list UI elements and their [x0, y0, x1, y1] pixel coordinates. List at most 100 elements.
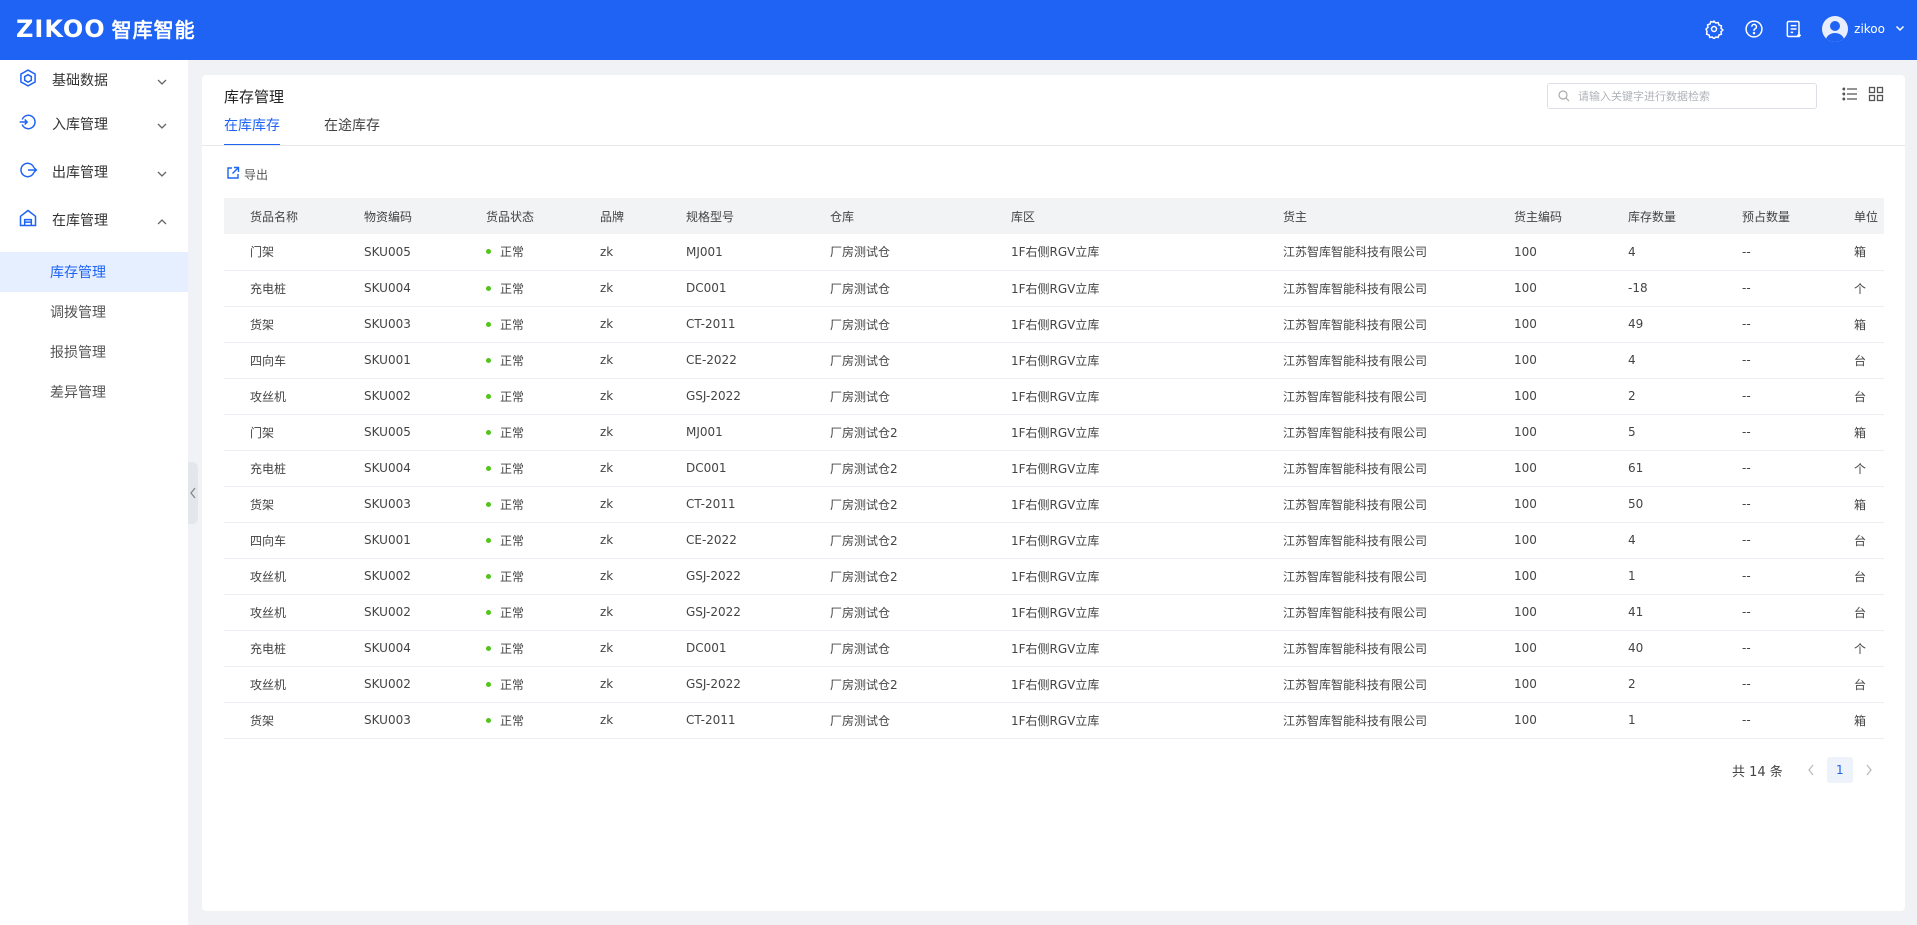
logo[interactable]: ZIKOO 智库智能: [16, 14, 196, 43]
table-cell-brand: zk: [600, 425, 614, 439]
status-badge: 正常: [460, 414, 574, 450]
sidebar-group-outbound[interactable]: 出库管理: [0, 148, 188, 196]
sidebar-item-transfer[interactable]: 调拨管理: [0, 292, 188, 332]
sidebar-group-label: 基础数据: [52, 73, 108, 89]
status-badge: 正常: [460, 486, 574, 522]
tab-in-transit[interactable]: 在途库存: [324, 115, 380, 146]
table-row[interactable]: 攻丝机 SKU002 正常 zk GSJ-2022 厂房测试仓2 1F右侧RGV立库 江苏智库…: [224, 558, 1884, 594]
main-panel: 库存管理 在库库存 在途库存 导出 货品名称 物资编码 货品状态 品牌 规格型号 仓库 库区…: [202, 75, 1905, 911]
table-row[interactable]: 充电桩 SKU004 正常 zk DC001 厂房测试仓 1F右侧RGV立库 江苏智库智能科技…: [224, 630, 1884, 666]
table-cell-zone: 1F右侧RGV立库: [1011, 605, 1100, 620]
export-button[interactable]: 导出: [226, 166, 268, 183]
status-dot-icon: [486, 393, 491, 399]
table-row[interactable]: 货架 SKU003 正常 zk CT-2011 厂房测试仓 1F右侧RGV立库 江苏智库智能科…: [224, 306, 1884, 342]
table-cell-material-code: SKU004: [364, 461, 411, 475]
table-row[interactable]: 攻丝机 SKU002 正常 zk GSJ-2022 厂房测试仓 1F右侧RGV立库 江苏智库智…: [224, 594, 1884, 630]
table-row[interactable]: 货架 SKU003 正常 zk CT-2011 厂房测试仓 1F右侧RGV立库 江苏智库智能科…: [224, 702, 1884, 738]
sidebar-item-discrepancy[interactable]: 差异管理: [0, 372, 188, 412]
outbound-icon: [18, 160, 38, 184]
table-row[interactable]: 四向车 SKU001 正常 zk CE-2022 厂房测试仓2 1F右侧RGV立库 江苏智库智…: [224, 522, 1884, 558]
table-header-col-goods-status: 货品状态: [486, 209, 535, 224]
table-cell-owner-code: 100: [1514, 713, 1537, 727]
page-number-button[interactable]: 1: [1826, 757, 1853, 783]
table-cell-stock-qty: 2: [1628, 677, 1636, 691]
table-header-col-zone: 库区: [1011, 209, 1036, 224]
sidebar-item-damage[interactable]: 报损管理: [0, 332, 188, 372]
table-cell-goods-name: 充电桩: [250, 461, 287, 476]
user-menu[interactable]: zikoo: [1822, 16, 1905, 42]
sidebar-group-basic-data[interactable]: 基础数据: [0, 60, 188, 100]
table-cell-reserved-qty: --: [1742, 425, 1751, 439]
status-badge: 正常: [460, 630, 574, 666]
sidebar-group-inbound[interactable]: 入库管理: [0, 100, 188, 148]
table-cell-reserved-qty: --: [1742, 317, 1751, 331]
table-row[interactable]: 攻丝机 SKU002 正常 zk GSJ-2022 厂房测试仓 1F右侧RGV立库 江苏智库智…: [224, 378, 1884, 414]
table-cell-stock-qty: 41: [1628, 605, 1644, 619]
status-text: 正常: [500, 533, 525, 548]
prev-page-icon[interactable]: [1801, 764, 1821, 776]
table-row[interactable]: 四向车 SKU001 正常 zk CE-2022 厂房测试仓 1F右侧RGV立库 江苏智库智能…: [224, 342, 1884, 378]
table-row[interactable]: 充电桩 SKU004 正常 zk DC001 厂房测试仓 1F右侧RGV立库 江苏智库智能科技…: [224, 270, 1884, 306]
table-header-col-unit: 单位: [1854, 209, 1879, 224]
status-dot-icon: [486, 321, 491, 327]
sidebar-item-inventory[interactable]: 库存管理: [0, 252, 188, 292]
task-list-icon[interactable]: [1782, 17, 1806, 41]
tab-in-stock[interactable]: 在库库存: [224, 115, 280, 146]
search-box[interactable]: [1547, 83, 1817, 109]
table-row[interactable]: 门架 SKU005 正常 zk MJ001 厂房测试仓 1F右侧RGV立库 江苏智库智能科技有…: [224, 234, 1884, 270]
status-text: 正常: [500, 425, 525, 440]
table-cell-zone: 1F右侧RGV立库: [1011, 461, 1100, 476]
table-cell-reserved-qty: --: [1742, 569, 1751, 583]
status-text: 正常: [500, 713, 525, 728]
status-badge: 正常: [460, 594, 574, 630]
table-header-col-stock-qty: 库存数量: [1628, 209, 1677, 224]
table-cell-material-code: SKU005: [364, 244, 411, 259]
table-cell-reserved-qty: --: [1742, 713, 1751, 727]
table-cell-zone: 1F右侧RGV立库: [1011, 353, 1100, 368]
sidebar-collapse-handle[interactable]: [188, 462, 198, 524]
status-text: 正常: [500, 461, 525, 476]
table-row[interactable]: 充电桩 SKU004 正常 zk DC001 厂房测试仓2 1F右侧RGV立库 江苏智库智能科…: [224, 450, 1884, 486]
table-cell-owner-code: 100: [1514, 569, 1537, 583]
user-name: zikoo: [1854, 22, 1885, 36]
table-cell-warehouse: 厂房测试仓: [830, 353, 891, 368]
sidebar-group-in-stock[interactable]: 在库管理: [0, 196, 188, 244]
table-cell-owner-code: 100: [1514, 317, 1537, 331]
table-cell-reserved-qty: --: [1742, 497, 1751, 511]
table-cell-goods-name: 货架: [250, 713, 275, 728]
table-row[interactable]: 门架 SKU005 正常 zk MJ001 厂房测试仓2 1F右侧RGV立库 江苏智库智能科技…: [224, 414, 1884, 450]
help-icon[interactable]: [1742, 17, 1766, 41]
table-cell-owner-code: 100: [1514, 389, 1537, 403]
table-header-col-owner: 货主: [1283, 209, 1308, 224]
table-cell-warehouse: 厂房测试仓: [830, 641, 891, 656]
table-cell-brand: zk: [600, 497, 614, 511]
list-view-icon[interactable]: [1842, 86, 1858, 102]
status-dot-icon: [486, 249, 491, 255]
table-cell-spec-model: GSJ-2022: [686, 677, 741, 691]
table-cell-unit: 个: [1854, 461, 1867, 476]
table-cell-owner: 江苏智库智能科技有限公司: [1283, 533, 1428, 548]
avatar: [1822, 16, 1849, 42]
grid-view-icon[interactable]: [1868, 86, 1884, 102]
search-input[interactable]: [1578, 89, 1798, 103]
table-cell-unit: 箱: [1854, 497, 1867, 512]
next-page-icon[interactable]: [1859, 764, 1879, 776]
table-cell-stock-qty: -18: [1628, 281, 1648, 295]
status-dot-icon: [486, 285, 491, 291]
table-cell-stock-qty: 61: [1628, 461, 1644, 475]
status-text: 正常: [500, 389, 525, 404]
table-row[interactable]: 货架 SKU003 正常 zk CT-2011 厂房测试仓2 1F右侧RGV立库 江苏智库智能…: [224, 486, 1884, 522]
table-row[interactable]: 攻丝机 SKU002 正常 zk GSJ-2022 厂房测试仓2 1F右侧RGV立库 江苏智库…: [224, 666, 1884, 702]
table-cell-stock-qty: 1: [1628, 713, 1636, 727]
table-cell-material-code: SKU005: [364, 425, 411, 439]
status-dot-icon: [486, 501, 491, 507]
status-text: 正常: [500, 317, 525, 332]
settings-gear-icon[interactable]: [1702, 17, 1726, 41]
table-cell-warehouse: 厂房测试仓: [830, 245, 891, 260]
table-cell-stock-qty: 4: [1628, 244, 1636, 259]
table-cell-reserved-qty: --: [1742, 605, 1751, 619]
pagination: 共 14 条 1: [1732, 757, 1879, 783]
table-cell-unit: 台: [1854, 677, 1867, 692]
table-cell-reserved-qty: --: [1742, 244, 1751, 259]
table-cell-material-code: SKU002: [364, 605, 411, 619]
